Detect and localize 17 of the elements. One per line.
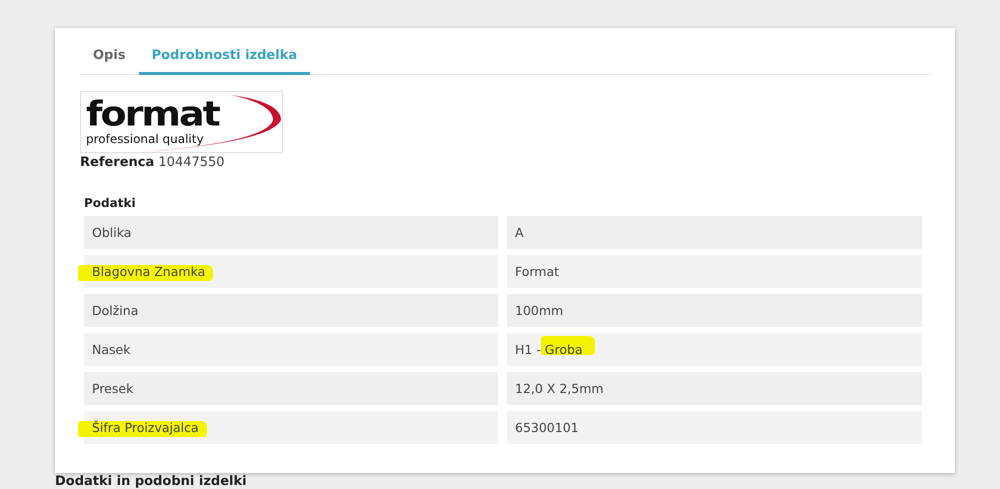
table-cell: Nasek bbox=[84, 333, 498, 366]
highlighter-stroke bbox=[541, 336, 595, 355]
tab[interactable]: Opis bbox=[80, 38, 139, 75]
reference-text: Referenca 10447550 bbox=[80, 155, 226, 170]
table-cell: H1 - Groba bbox=[507, 333, 922, 366]
section-heading: Dodatki in podobni izdelki bbox=[55, 474, 248, 489]
table-cell: A bbox=[507, 216, 922, 249]
table-cell: 100mm bbox=[507, 294, 922, 327]
table-cell: 65300101 bbox=[507, 411, 922, 444]
table-cell: Format bbox=[507, 255, 922, 288]
table-cell: Oblika bbox=[84, 216, 498, 249]
table-cell: Dolžina bbox=[84, 294, 498, 327]
tab[interactable]: Podrobnosti izdelka bbox=[138, 38, 310, 75]
table-cell: 12,0 X 2,5mm bbox=[507, 372, 922, 405]
table-title: Podatki bbox=[84, 196, 136, 210]
table-cell: Presek bbox=[84, 372, 498, 405]
brand-logo: format professional quality bbox=[80, 91, 283, 153]
